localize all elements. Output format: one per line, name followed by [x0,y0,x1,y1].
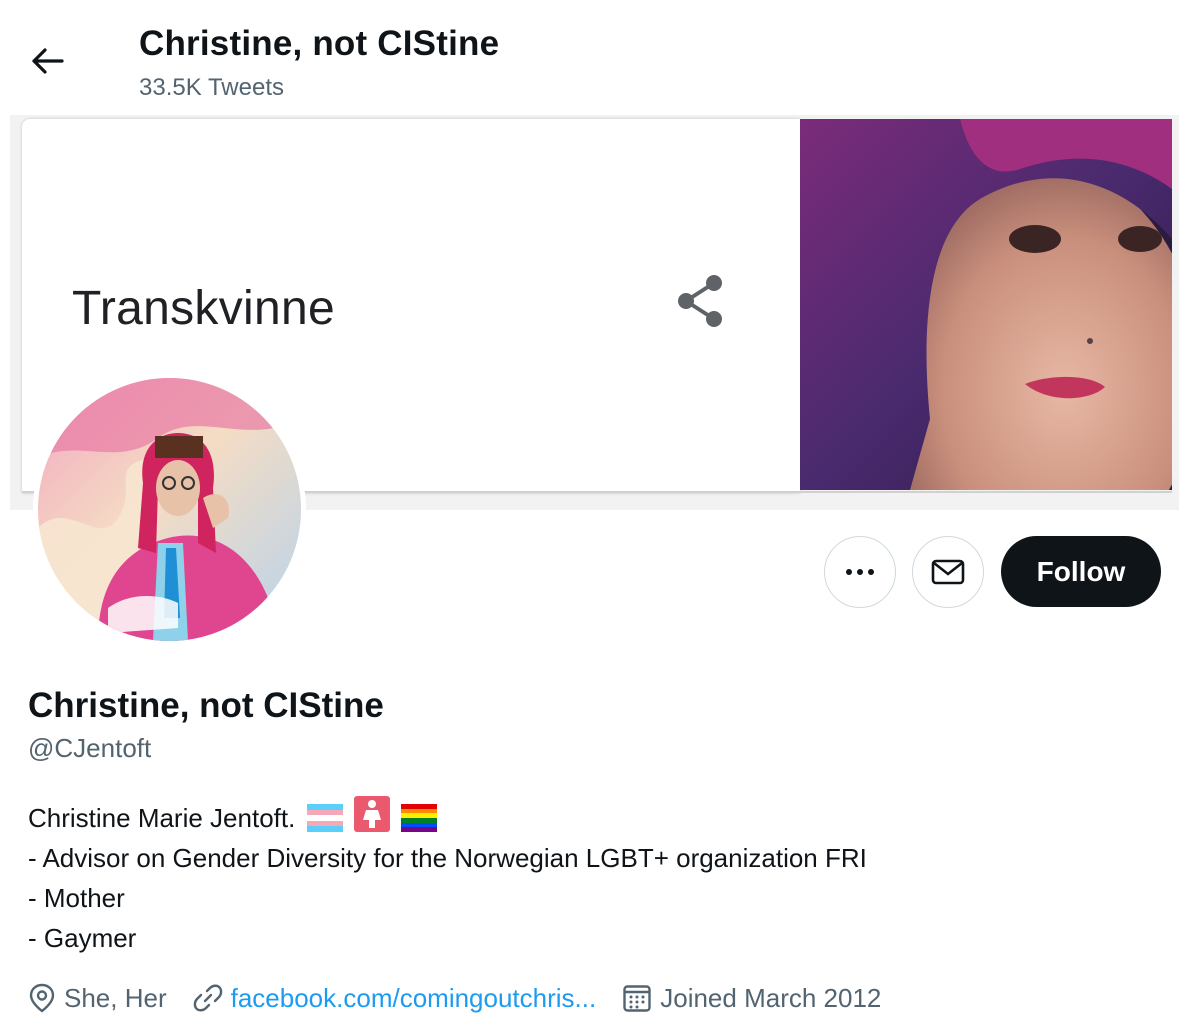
banner-portrait-photo [800,119,1172,490]
bio-line-text: Christine Marie Jentoft. [28,803,296,833]
profile-header: Christine, not CIStine 33.5K Tweets [0,0,1179,112]
woman-symbol-icon [353,796,390,832]
transgender-flag-icon [306,804,343,832]
more-button[interactable] [824,536,896,608]
bio-line: - Advisor on Gender Diversity for the No… [28,843,867,873]
profile-meta: She, Her facebook.com/comingoutchris... … [28,980,907,1016]
bio-line: Christine Marie Jentoft. [28,796,867,838]
joined-item: Joined March 2012 [622,983,881,1014]
website-item[interactable]: facebook.com/comingoutchris... [193,983,597,1014]
joined-date: Joined March 2012 [660,982,882,1013]
bio-line: - Gaymer [28,923,137,953]
link-icon [193,984,222,1012]
share-icon [678,275,722,327]
calendar-icon [623,985,651,1012]
follow-button[interactable]: Follow [1001,536,1161,607]
rainbow-flag-icon [401,804,438,832]
avatar-illustration [38,378,301,641]
message-button[interactable] [912,536,984,608]
arrow-left-icon [32,48,64,74]
user-handle: @CJentoft [28,733,152,763]
header-title: Christine, not CIStine [139,24,500,63]
profile-bio: Christine Marie Jentoft. - Advisor on Ge… [28,796,867,958]
back-button[interactable] [22,36,72,86]
location-item: She, Her [28,983,167,1014]
display-name: Christine, not CIStine [28,686,384,725]
more-dots-icon [846,569,874,575]
location-pin-icon [29,983,55,1013]
pronouns-text: She, Her [64,982,167,1013]
tweet-count: 33.5K Tweets [139,74,284,101]
avatar[interactable] [33,373,306,646]
mail-icon [931,559,965,585]
banner-card-text: Transkvinne [72,282,335,335]
website-link[interactable]: facebook.com/comingoutchris... [231,983,597,1014]
bio-line: - Mother [28,883,125,913]
